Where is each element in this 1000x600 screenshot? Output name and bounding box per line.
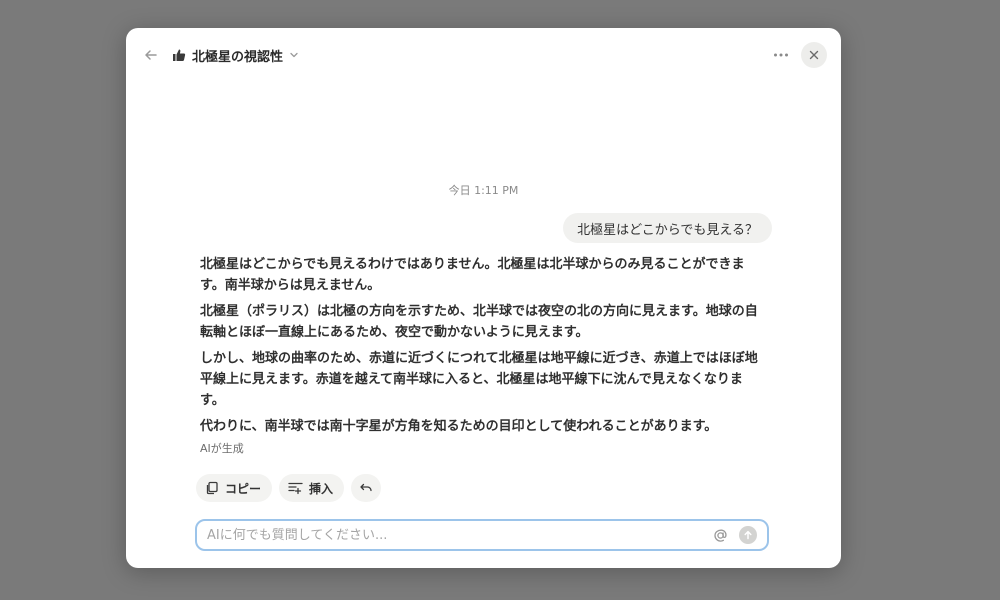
ask-ai-input[interactable] xyxy=(207,524,687,546)
arrow-left-icon xyxy=(145,50,157,60)
at-sign-icon xyxy=(713,529,727,542)
insert-button[interactable]: 挿入 xyxy=(279,474,345,502)
ai-response: 北極星はどこからでも見えるわけではありません。北極星は北半球からのみ見ることがで… xyxy=(200,254,760,442)
copy-button-label: コピー xyxy=(225,481,262,496)
ai-generated-label: AIが生成 xyxy=(200,442,244,455)
conversation-title-dropdown[interactable]: 北極星の視認性 xyxy=(172,44,299,66)
user-message-bubble: 北極星はどこからでも見える？ xyxy=(563,213,772,243)
copy-button[interactable]: コピー xyxy=(196,474,273,502)
undo-icon xyxy=(360,483,372,492)
ask-ai-input-box xyxy=(195,519,769,551)
copy-icon xyxy=(206,481,218,495)
response-actions: コピー 挿入 xyxy=(196,474,382,502)
insert-icon xyxy=(288,482,303,495)
response-paragraph: 北極星はどこからでも見えるわけではありません。北極星は北半球からのみ見ることがで… xyxy=(200,257,745,293)
back-button[interactable] xyxy=(138,42,164,68)
arrow-up-icon xyxy=(744,530,752,540)
send-button[interactable] xyxy=(739,526,757,544)
insert-button-label: 挿入 xyxy=(309,481,334,496)
chevron-down-icon xyxy=(290,52,298,58)
dialog-header: 北極星の視認性 xyxy=(126,28,841,82)
conversation-title: 北極星の視認性 xyxy=(192,49,284,65)
response-paragraph: しかし、地球の曲率のため、赤道に近づくにつれて北極星は地平線に近づき、赤道上では… xyxy=(200,351,758,408)
message-timestamp: 今日 1:11 PM xyxy=(448,184,519,197)
ai-chat-dialog: 北極星の視認性 今日 1:11 PM 北極星はどこからでも見える？ 北極星はどこ… xyxy=(126,28,841,568)
mention-button[interactable] xyxy=(711,526,729,544)
response-paragraph: 代わりに、南半球では南十字星が方角を知るための目印として使われることがあります。 xyxy=(200,419,718,434)
more-horizontal-icon xyxy=(774,53,788,57)
close-icon xyxy=(809,50,819,60)
retry-button[interactable] xyxy=(351,474,382,502)
more-options-button[interactable] xyxy=(767,42,795,68)
thumbs-up-icon xyxy=(173,49,186,61)
response-paragraph: 北極星（ポラリス）は北極の方向を示すため、北半球では夜空の北の方向に見えます。地… xyxy=(200,304,758,340)
close-button[interactable] xyxy=(801,42,827,68)
